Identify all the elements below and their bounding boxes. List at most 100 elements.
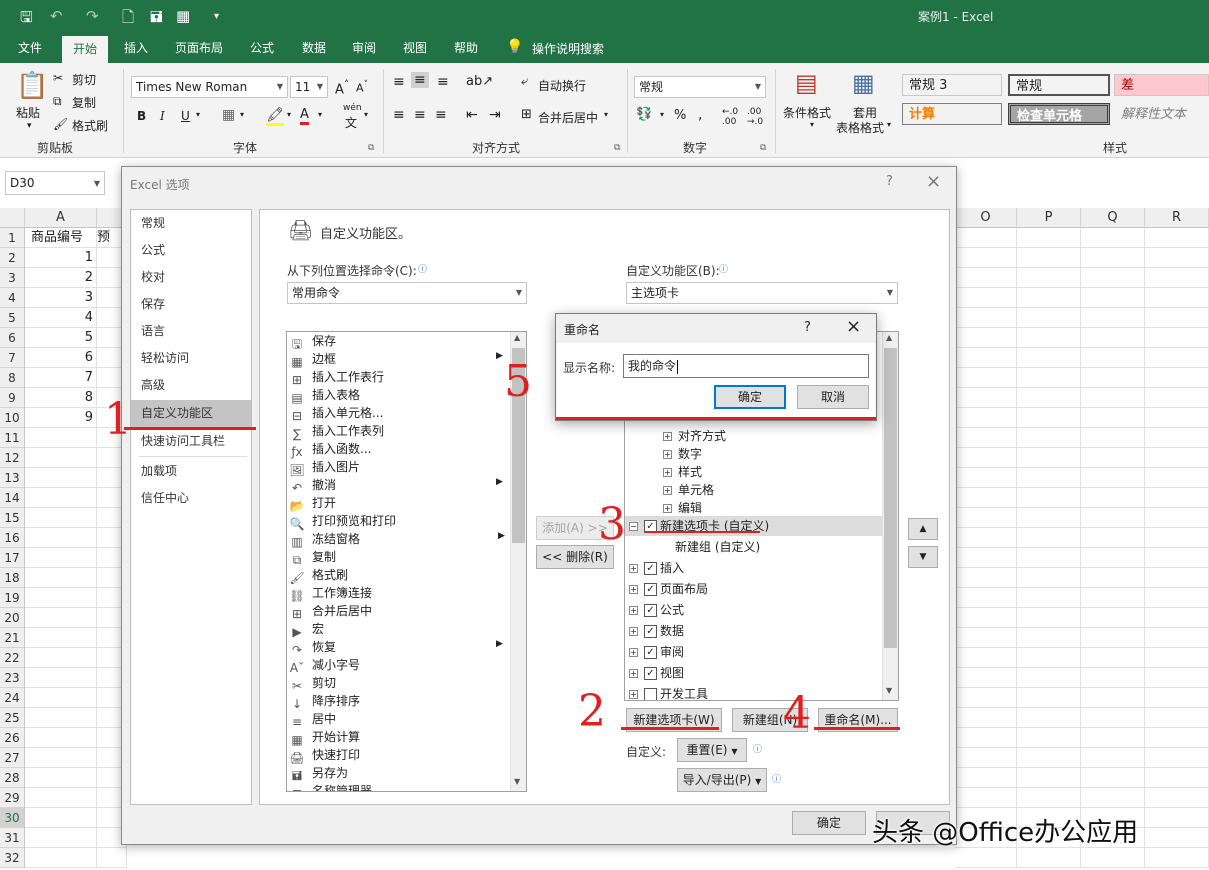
grid-cell[interactable]: [1017, 268, 1081, 288]
tree-custom-group[interactable]: 新建组 (自定义): [675, 537, 760, 557]
grid-cell[interactable]: [955, 368, 1017, 388]
row-header[interactable]: 22: [0, 648, 25, 668]
grid-cell[interactable]: [1081, 668, 1145, 688]
grid-cell[interactable]: [1017, 528, 1081, 548]
command-item[interactable]: ⊞ 合并后居中: [289, 602, 372, 621]
nav-customize-ribbon[interactable]: 自定义功能区: [131, 400, 251, 427]
grid-cell[interactable]: [1081, 768, 1145, 788]
row-header[interactable]: 21: [0, 628, 25, 648]
row-header[interactable]: 2: [0, 248, 25, 268]
new-file-icon[interactable]: 🗋: [122, 7, 134, 32]
tree-tab-item[interactable]: + ✓ 页面布局: [629, 579, 708, 599]
tree-cells[interactable]: + 单元格: [663, 480, 714, 500]
grid-cell[interactable]: [1081, 468, 1145, 488]
column-header-r[interactable]: R: [1145, 208, 1209, 228]
grid-cell[interactable]: [1145, 428, 1209, 448]
grid-cell[interactable]: [1081, 348, 1145, 368]
grid-cell[interactable]: [1081, 628, 1145, 648]
cell-a[interactable]: [25, 648, 97, 668]
tree-tab-item[interactable]: + ✓ 数据: [629, 621, 684, 641]
cell-a[interactable]: [25, 848, 97, 868]
scroll-down-icon[interactable]: ▼: [886, 686, 892, 695]
row-header[interactable]: 20: [0, 608, 25, 628]
tab-review[interactable]: 审阅: [342, 33, 386, 63]
row-header[interactable]: 16: [0, 528, 25, 548]
row-header[interactable]: 5: [0, 308, 25, 328]
grid-cell[interactable]: [1145, 708, 1209, 728]
row-header[interactable]: 18: [0, 568, 25, 588]
grid-cell[interactable]: [1145, 488, 1209, 508]
row-header[interactable]: 10: [0, 408, 25, 428]
grid-cell[interactable]: [1017, 248, 1081, 268]
grid-cell[interactable]: [955, 728, 1017, 748]
style-explanatory[interactable]: 解释性文本: [1114, 103, 1209, 125]
grid-cell[interactable]: [1145, 748, 1209, 768]
save-as-icon[interactable]: 🖬: [150, 7, 163, 32]
tab-file[interactable]: 文件: [8, 33, 52, 63]
format-painter-icon[interactable]: 🖌: [53, 117, 68, 131]
grid-cell[interactable]: [1017, 288, 1081, 308]
align-right-icon[interactable]: ≡: [435, 107, 447, 123]
fill-color-icon[interactable]: 🖍: [266, 107, 284, 126]
cell-a[interactable]: [25, 728, 97, 748]
expand-icon[interactable]: +: [663, 468, 672, 477]
cell-a[interactable]: 商品编号: [25, 228, 97, 248]
customize-qat-icon[interactable]: ▾: [214, 11, 219, 22]
row-header[interactable]: 8: [0, 368, 25, 388]
command-item[interactable]: ▶ 宏: [289, 620, 324, 639]
style-normal[interactable]: 常规: [1008, 74, 1110, 96]
grid-cell[interactable]: [1081, 788, 1145, 808]
cell-a[interactable]: [25, 748, 97, 768]
grid-cell[interactable]: [955, 228, 1017, 248]
grid-cell[interactable]: [1017, 328, 1081, 348]
grow-font-icon[interactable]: A˄: [335, 78, 349, 97]
grid-cell[interactable]: [1145, 608, 1209, 628]
expand-icon[interactable]: +: [629, 669, 638, 678]
bold-icon[interactable]: B: [137, 109, 146, 123]
grid-cell[interactable]: [1145, 808, 1209, 828]
cut-button[interactable]: 剪切: [72, 71, 96, 88]
chevron-down-icon[interactable]: ▾: [810, 120, 814, 129]
grid-cell[interactable]: [955, 608, 1017, 628]
cell-a[interactable]: 6: [25, 348, 97, 368]
cell-a[interactable]: 1: [25, 248, 97, 268]
nav-formulas[interactable]: 公式: [131, 237, 251, 264]
grid-cell[interactable]: [1017, 488, 1081, 508]
grid-cell[interactable]: [1145, 568, 1209, 588]
grid-cell[interactable]: [1017, 668, 1081, 688]
grid-cell[interactable]: [1145, 668, 1209, 688]
row-header[interactable]: 9: [0, 388, 25, 408]
tab-home[interactable]: 开始: [62, 36, 108, 63]
number-format-select[interactable]: 常规 ▼: [634, 76, 766, 98]
undo-icon[interactable]: ↶: [50, 7, 63, 25]
command-item[interactable]: ⊞ 插入工作表行: [289, 368, 384, 387]
dialog-launcher-icon[interactable]: ⧉: [614, 143, 620, 153]
grid-cell[interactable]: [955, 768, 1017, 788]
nav-save[interactable]: 保存: [131, 291, 251, 318]
cell-a[interactable]: [25, 668, 97, 688]
decrease-indent-icon[interactable]: ⇤: [466, 107, 478, 123]
style-normal-3[interactable]: 常规 3: [902, 74, 1002, 96]
style-check-cell[interactable]: 检查单元格: [1008, 103, 1110, 125]
tree-tab-item[interactable]: + 开发工具: [629, 684, 708, 700]
paste-button[interactable]: 粘贴: [16, 104, 40, 121]
chevron-down-icon[interactable]: ▾: [287, 110, 291, 119]
tree-styles[interactable]: + 样式: [663, 462, 702, 482]
command-item[interactable]: ▦ 开始计算: [289, 728, 360, 747]
row-header[interactable]: 17: [0, 548, 25, 568]
grid-cell[interactable]: [1145, 448, 1209, 468]
grid-cell[interactable]: [1017, 848, 1081, 868]
close-icon[interactable]: ×: [926, 171, 941, 192]
bottom-align-icon[interactable]: ≡: [437, 74, 449, 90]
grid-cell[interactable]: [1081, 528, 1145, 548]
cell-a[interactable]: [25, 508, 97, 528]
grid-cell[interactable]: [955, 308, 1017, 328]
format-table-icon[interactable]: ▦: [852, 69, 875, 97]
command-item[interactable]: ↶ 撤消: [289, 476, 336, 495]
command-item[interactable]: ▦ 边框: [289, 350, 336, 369]
cell-a[interactable]: [25, 468, 97, 488]
tab-page-layout[interactable]: 页面布局: [168, 33, 230, 63]
grid-cell[interactable]: [1145, 628, 1209, 648]
row-header[interactable]: 13: [0, 468, 25, 488]
grid-cell[interactable]: [1145, 388, 1209, 408]
